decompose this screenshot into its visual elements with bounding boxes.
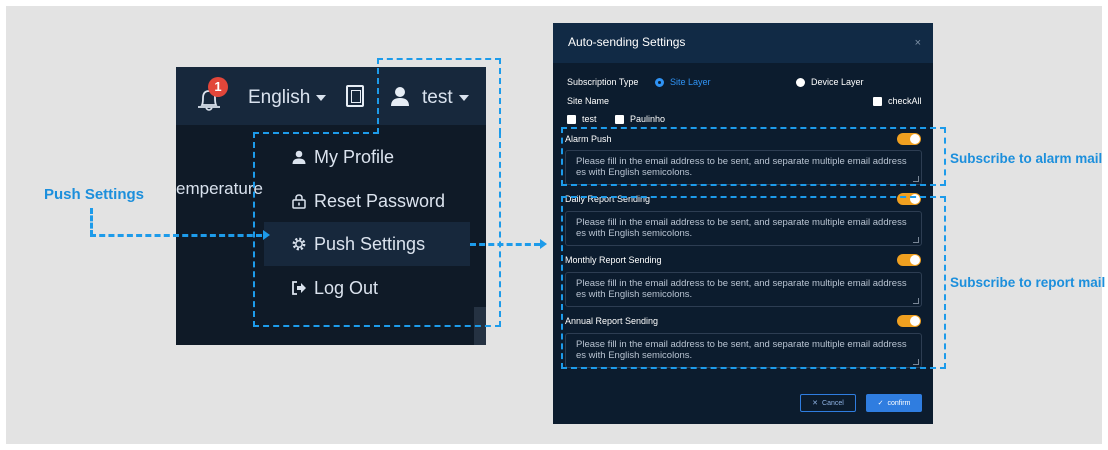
radio-device-layer-label: Device Layer: [811, 77, 864, 87]
site-label: Paulinho: [630, 114, 666, 124]
tablet-icon[interactable]: [346, 85, 364, 107]
check-all-label: checkAll: [888, 96, 922, 106]
notification-badge: 1: [208, 77, 228, 97]
checkbox-icon: [615, 115, 624, 125]
dialog-header: Auto-sending Settings ×: [553, 23, 933, 63]
subscription-type-label: Subscription Type: [567, 77, 639, 87]
report-sections-highlight: [561, 196, 946, 369]
cancel-button[interactable]: ✕ Cancel: [800, 394, 856, 412]
user-menu-highlight-top: [377, 58, 501, 134]
user-menu-highlight-bottom: [253, 132, 501, 327]
site-checkbox-paulinho[interactable]: Paulinho: [615, 114, 666, 125]
checkbox-icon: [567, 115, 576, 125]
language-selector[interactable]: English: [248, 87, 327, 109]
confirm-button[interactable]: ✓ confirm: [866, 394, 922, 412]
connector-right-horizontal: [470, 243, 540, 246]
alarm-push-highlight: [561, 127, 946, 186]
x-icon: ✕: [812, 400, 819, 407]
push-settings-callout: Push Settings: [44, 186, 145, 203]
chevron-down-icon: [316, 94, 327, 101]
background-column-header: emperature: [176, 179, 263, 198]
cancel-label: Cancel: [822, 399, 844, 407]
radio-unchecked-icon: [796, 78, 805, 88]
radio-site-layer-label: Site Layer: [670, 77, 711, 87]
language-label: English: [248, 87, 311, 108]
connector-left-horizontal: [90, 234, 262, 237]
alarm-mail-callout: Subscribe to alarm mail: [950, 151, 1103, 166]
dialog-title: Auto-sending Settings: [568, 35, 686, 49]
arrow-right-icon: [540, 239, 547, 249]
connector-left-vertical: [90, 208, 93, 236]
site-name-label: Site Name: [567, 96, 610, 106]
radio-checked-icon: [655, 78, 664, 88]
check-icon: ✓: [877, 400, 884, 407]
report-mail-callout: Subscribe to report mail: [950, 275, 1106, 290]
arrow-right-icon: [263, 230, 270, 240]
close-icon[interactable]: ×: [915, 37, 921, 49]
radio-device-layer[interactable]: Device Layer: [796, 77, 864, 88]
site-checkbox-test[interactable]: test: [567, 114, 597, 125]
radio-site-layer[interactable]: Site Layer: [655, 77, 711, 88]
confirm-label: confirm: [887, 399, 911, 407]
check-all-checkbox[interactable]: checkAll: [873, 96, 922, 107]
site-label: test: [582, 114, 597, 124]
checkbox-icon: [873, 97, 882, 107]
